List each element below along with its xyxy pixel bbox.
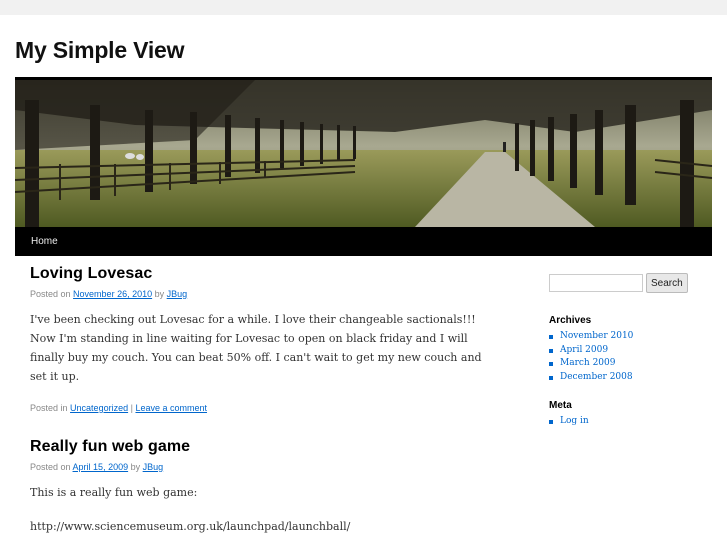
sidebar: Search Archives November 2010 April 2009… [549, 273, 699, 429]
header-banner-image [15, 80, 712, 227]
meta-list: Log in [549, 415, 699, 429]
archives-list: November 2010 April 2009 March 2009 Dece… [549, 330, 699, 384]
by-label: by [154, 289, 165, 299]
author-link[interactable]: JBug [143, 462, 164, 472]
main-navigation: Home [15, 227, 712, 256]
utility-separator: | [130, 403, 133, 413]
post-body: I've been checking out Lovesac for a whi… [30, 313, 482, 383]
post-title[interactable]: Loving Lovesac [30, 265, 500, 283]
archive-link[interactable]: December 2008 [549, 371, 699, 385]
post-body: This is a really fun web game: http://ww… [30, 483, 500, 536]
by-label: by [130, 462, 141, 472]
post-date-link[interactable]: April 15, 2009 [73, 462, 129, 472]
author-link[interactable]: JBug [167, 289, 188, 299]
leave-comment-link[interactable]: Leave a comment [135, 403, 207, 413]
search-input[interactable] [549, 274, 643, 292]
login-link[interactable]: Log in [549, 415, 699, 429]
post-meta: Posted on April 15, 2009 by JBug [30, 462, 500, 472]
posted-on-label: Posted on [30, 462, 71, 472]
nav-home-link[interactable]: Home [31, 236, 58, 247]
top-strip [0, 0, 727, 15]
archive-link[interactable]: April 2009 [549, 344, 699, 358]
post-date-link[interactable]: November 26, 2010 [73, 289, 152, 299]
archive-link[interactable]: November 2010 [549, 330, 699, 344]
search-form: Search [549, 273, 699, 293]
archives-title: Archives [549, 315, 592, 326]
post-body-link[interactable]: http://www.sciencemuseum.org.uk/launchpa… [30, 517, 500, 536]
search-button[interactable]: Search [646, 273, 688, 293]
posted-in-label: Posted in [30, 403, 68, 413]
category-link[interactable]: Uncategorized [70, 403, 128, 413]
post-really-fun-web-game: Really fun web game Posted on April 15, … [30, 438, 500, 536]
archive-link[interactable]: March 2009 [549, 357, 699, 371]
post-meta: Posted on November 26, 2010 by JBug [30, 289, 500, 299]
post-loving-lovesac: Loving Lovesac Posted on November 26, 20… [30, 265, 500, 413]
posted-on-label: Posted on [30, 289, 71, 299]
site-title[interactable]: My Simple View [15, 37, 185, 64]
post-body-text: This is a really fun web game: [30, 486, 198, 499]
post-title[interactable]: Really fun web game [30, 438, 500, 456]
meta-title: Meta [549, 400, 572, 411]
post-utility: Posted in Uncategorized | Leave a commen… [30, 403, 500, 413]
tree-lined-path-image [15, 80, 712, 227]
